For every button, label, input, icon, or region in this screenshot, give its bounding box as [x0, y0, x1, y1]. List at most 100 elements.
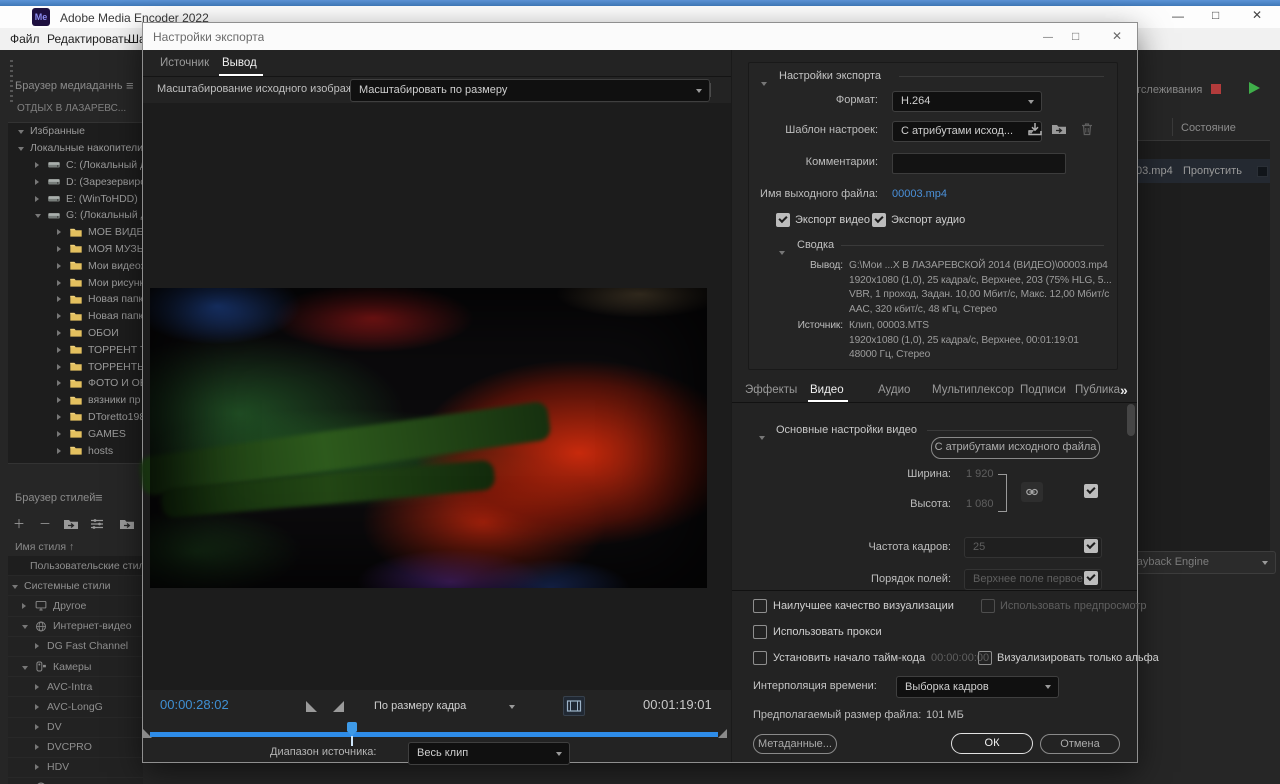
chevron-right-icon[interactable] — [35, 721, 47, 733]
dialog-maximize-button[interactable]: □ — [1072, 29, 1079, 43]
styles-column-header[interactable]: Имя стиля ↑ — [15, 541, 74, 553]
dialog-minimize-button[interactable]: — — [1043, 32, 1053, 43]
chevron-down-icon[interactable] — [35, 209, 47, 221]
project-selector[interactable]: ОТДЫХ В ЛАЗАРЕВС... — [12, 98, 160, 120]
ok-button[interactable]: ОК — [951, 733, 1033, 754]
styles-browser-menu-icon[interactable]: ≡ — [95, 490, 103, 505]
chevron-down-icon[interactable] — [12, 580, 24, 592]
chevron-right-icon[interactable] — [57, 277, 69, 289]
queue-row[interactable]: 03.mp4 Пропустить — [1133, 159, 1270, 183]
styles-item-dvcpro[interactable]: DVCPRO — [8, 738, 143, 758]
chevron-right-icon[interactable] — [57, 361, 69, 373]
playhead[interactable] — [347, 722, 357, 731]
field-order-checkbox[interactable] — [1084, 571, 1098, 585]
styles-item-dg-fast[interactable]: DG Fast Channel — [8, 637, 143, 657]
add-icon[interactable]: ＋ — [13, 515, 25, 532]
chevron-right-icon[interactable] — [35, 761, 47, 773]
tree-item-folder[interactable]: Новая папка — [8, 291, 143, 308]
remove-icon[interactable]: － — [39, 515, 51, 532]
chevron-down-icon[interactable] — [18, 125, 30, 137]
chevron-right-icon[interactable] — [57, 445, 69, 457]
alpha-only-checkbox[interactable] — [978, 651, 992, 665]
tree-item-local-drives[interactable]: Локальные накопители — [8, 140, 143, 157]
styles-item-other[interactable]: Другое — [8, 596, 143, 616]
menu-file[interactable]: Файл — [10, 32, 40, 46]
chevron-right-icon[interactable] — [35, 159, 47, 171]
chevron-down-icon[interactable] — [18, 142, 30, 154]
chevron-right-icon[interactable] — [35, 640, 47, 652]
field-order-select[interactable]: Верхнее поле первое — [964, 569, 1102, 590]
chevron-right-icon[interactable] — [35, 701, 47, 713]
set-in-point-button[interactable] — [306, 701, 317, 712]
maximize-button[interactable]: □ — [1212, 8, 1219, 22]
tree-item-favorites[interactable]: Избранные — [8, 123, 143, 140]
current-timecode[interactable]: 00:00:28:02 — [160, 697, 229, 712]
tab-publish[interactable]: Публика — [1075, 384, 1120, 396]
stop-queue-button[interactable] — [1211, 84, 1221, 94]
tree-item-folder[interactable]: Мои видеоз — [8, 257, 143, 274]
tree-item-folder[interactable]: МОЕ ВИДЕО — [8, 224, 143, 241]
tree-item-folder[interactable]: ТОРРЕНТЫ — [8, 358, 143, 375]
metadata-button[interactable]: Метаданные... — [753, 734, 837, 754]
chevron-right-icon[interactable] — [57, 243, 69, 255]
menu-edit[interactable]: Редактировать — [47, 32, 130, 46]
delete-preset-icon[interactable] — [1079, 121, 1095, 137]
styles-item-user[interactable]: Пользовательские стили — [8, 556, 143, 576]
tree-item-folder[interactable]: hosts — [8, 442, 143, 459]
save-preset-icon[interactable] — [1027, 121, 1043, 137]
chevron-right-icon[interactable] — [57, 310, 69, 322]
tab-video[interactable]: Видео — [810, 384, 844, 396]
apply-style-icon[interactable] — [119, 516, 135, 532]
timeline-bar[interactable] — [150, 732, 718, 737]
tree-item-folder[interactable]: Мои рисунк — [8, 274, 143, 291]
tabs-overflow-icon[interactable]: » — [1120, 382, 1128, 398]
fps-checkbox[interactable] — [1084, 539, 1098, 553]
styles-item-avc-longg[interactable]: AVC-LongG — [8, 697, 143, 717]
tree-item-folder[interactable]: ФОТО И ОБ — [8, 375, 143, 392]
tree-item-folder[interactable]: МОЯ МУЗЫ — [8, 241, 143, 258]
chevron-down-icon[interactable] — [22, 620, 34, 632]
comments-input[interactable] — [892, 153, 1066, 174]
dialog-close-button[interactable]: ✕ — [1112, 29, 1122, 43]
new-group-icon[interactable] — [63, 516, 79, 532]
use-preview-checkbox[interactable] — [981, 599, 995, 613]
fit-frame-button[interactable] — [563, 696, 585, 716]
video-preview-frame[interactable] — [150, 288, 707, 588]
chevron-right-icon[interactable] — [35, 176, 47, 188]
chevron-right-icon[interactable] — [35, 741, 47, 753]
chevron-right-icon[interactable] — [57, 293, 69, 305]
start-timecode-checkbox[interactable] — [753, 651, 767, 665]
match-source-button[interactable]: С атрибутами исходного файла — [931, 437, 1100, 459]
chevron-right-icon[interactable] — [57, 411, 69, 423]
status-column-header[interactable]: Состояние — [1181, 122, 1251, 134]
styles-item-system[interactable]: Системные стили — [8, 576, 143, 596]
source-range-select[interactable]: Весь клип — [408, 742, 570, 765]
tree-item-folder[interactable]: вязники пр — [8, 392, 143, 409]
interpolation-select[interactable]: Выборка кадров — [896, 676, 1059, 698]
output-filename-link[interactable]: 00003.mp4 — [892, 188, 947, 200]
chevron-right-icon[interactable] — [35, 193, 47, 205]
tab-captions[interactable]: Подписи — [1020, 384, 1066, 396]
playback-engine-select[interactable]: Playback Engine — [1118, 551, 1276, 574]
tree-item-drive-e[interactable]: E: (WinToHDD) — [8, 190, 143, 207]
start-queue-button[interactable] — [1249, 82, 1260, 94]
styles-item-dv[interactable]: DV — [8, 718, 143, 738]
styles-item-partial[interactable]: Кино — [8, 778, 143, 784]
styles-item-cameras[interactable]: Камеры — [8, 657, 143, 677]
use-proxy-checkbox[interactable] — [753, 625, 767, 639]
media-browser-menu-icon[interactable]: ≡ — [126, 78, 134, 93]
preset-select[interactable]: С атрибутами исход... — [892, 121, 1042, 142]
chevron-down-icon[interactable] — [22, 661, 34, 673]
section-collapse-icon[interactable] — [761, 73, 773, 91]
export-audio-checkbox[interactable] — [872, 213, 886, 227]
preview-zoom-select[interactable]: По размеру кадра — [365, 695, 523, 718]
chevron-right-icon[interactable] — [57, 428, 69, 440]
set-out-point-button[interactable] — [333, 701, 344, 712]
timeline-right-handle[interactable] — [718, 729, 727, 738]
tree-item-folder[interactable]: ОБОИ — [8, 325, 143, 342]
tree-item-drive-g[interactable]: G: (Локальный д — [8, 207, 143, 224]
tree-item-drive-d[interactable]: D: (Зарезервиро — [8, 173, 143, 190]
chevron-right-icon[interactable] — [57, 226, 69, 238]
tab-output[interactable]: Вывод — [222, 57, 257, 69]
fps-select[interactable]: 25 — [964, 537, 1102, 558]
